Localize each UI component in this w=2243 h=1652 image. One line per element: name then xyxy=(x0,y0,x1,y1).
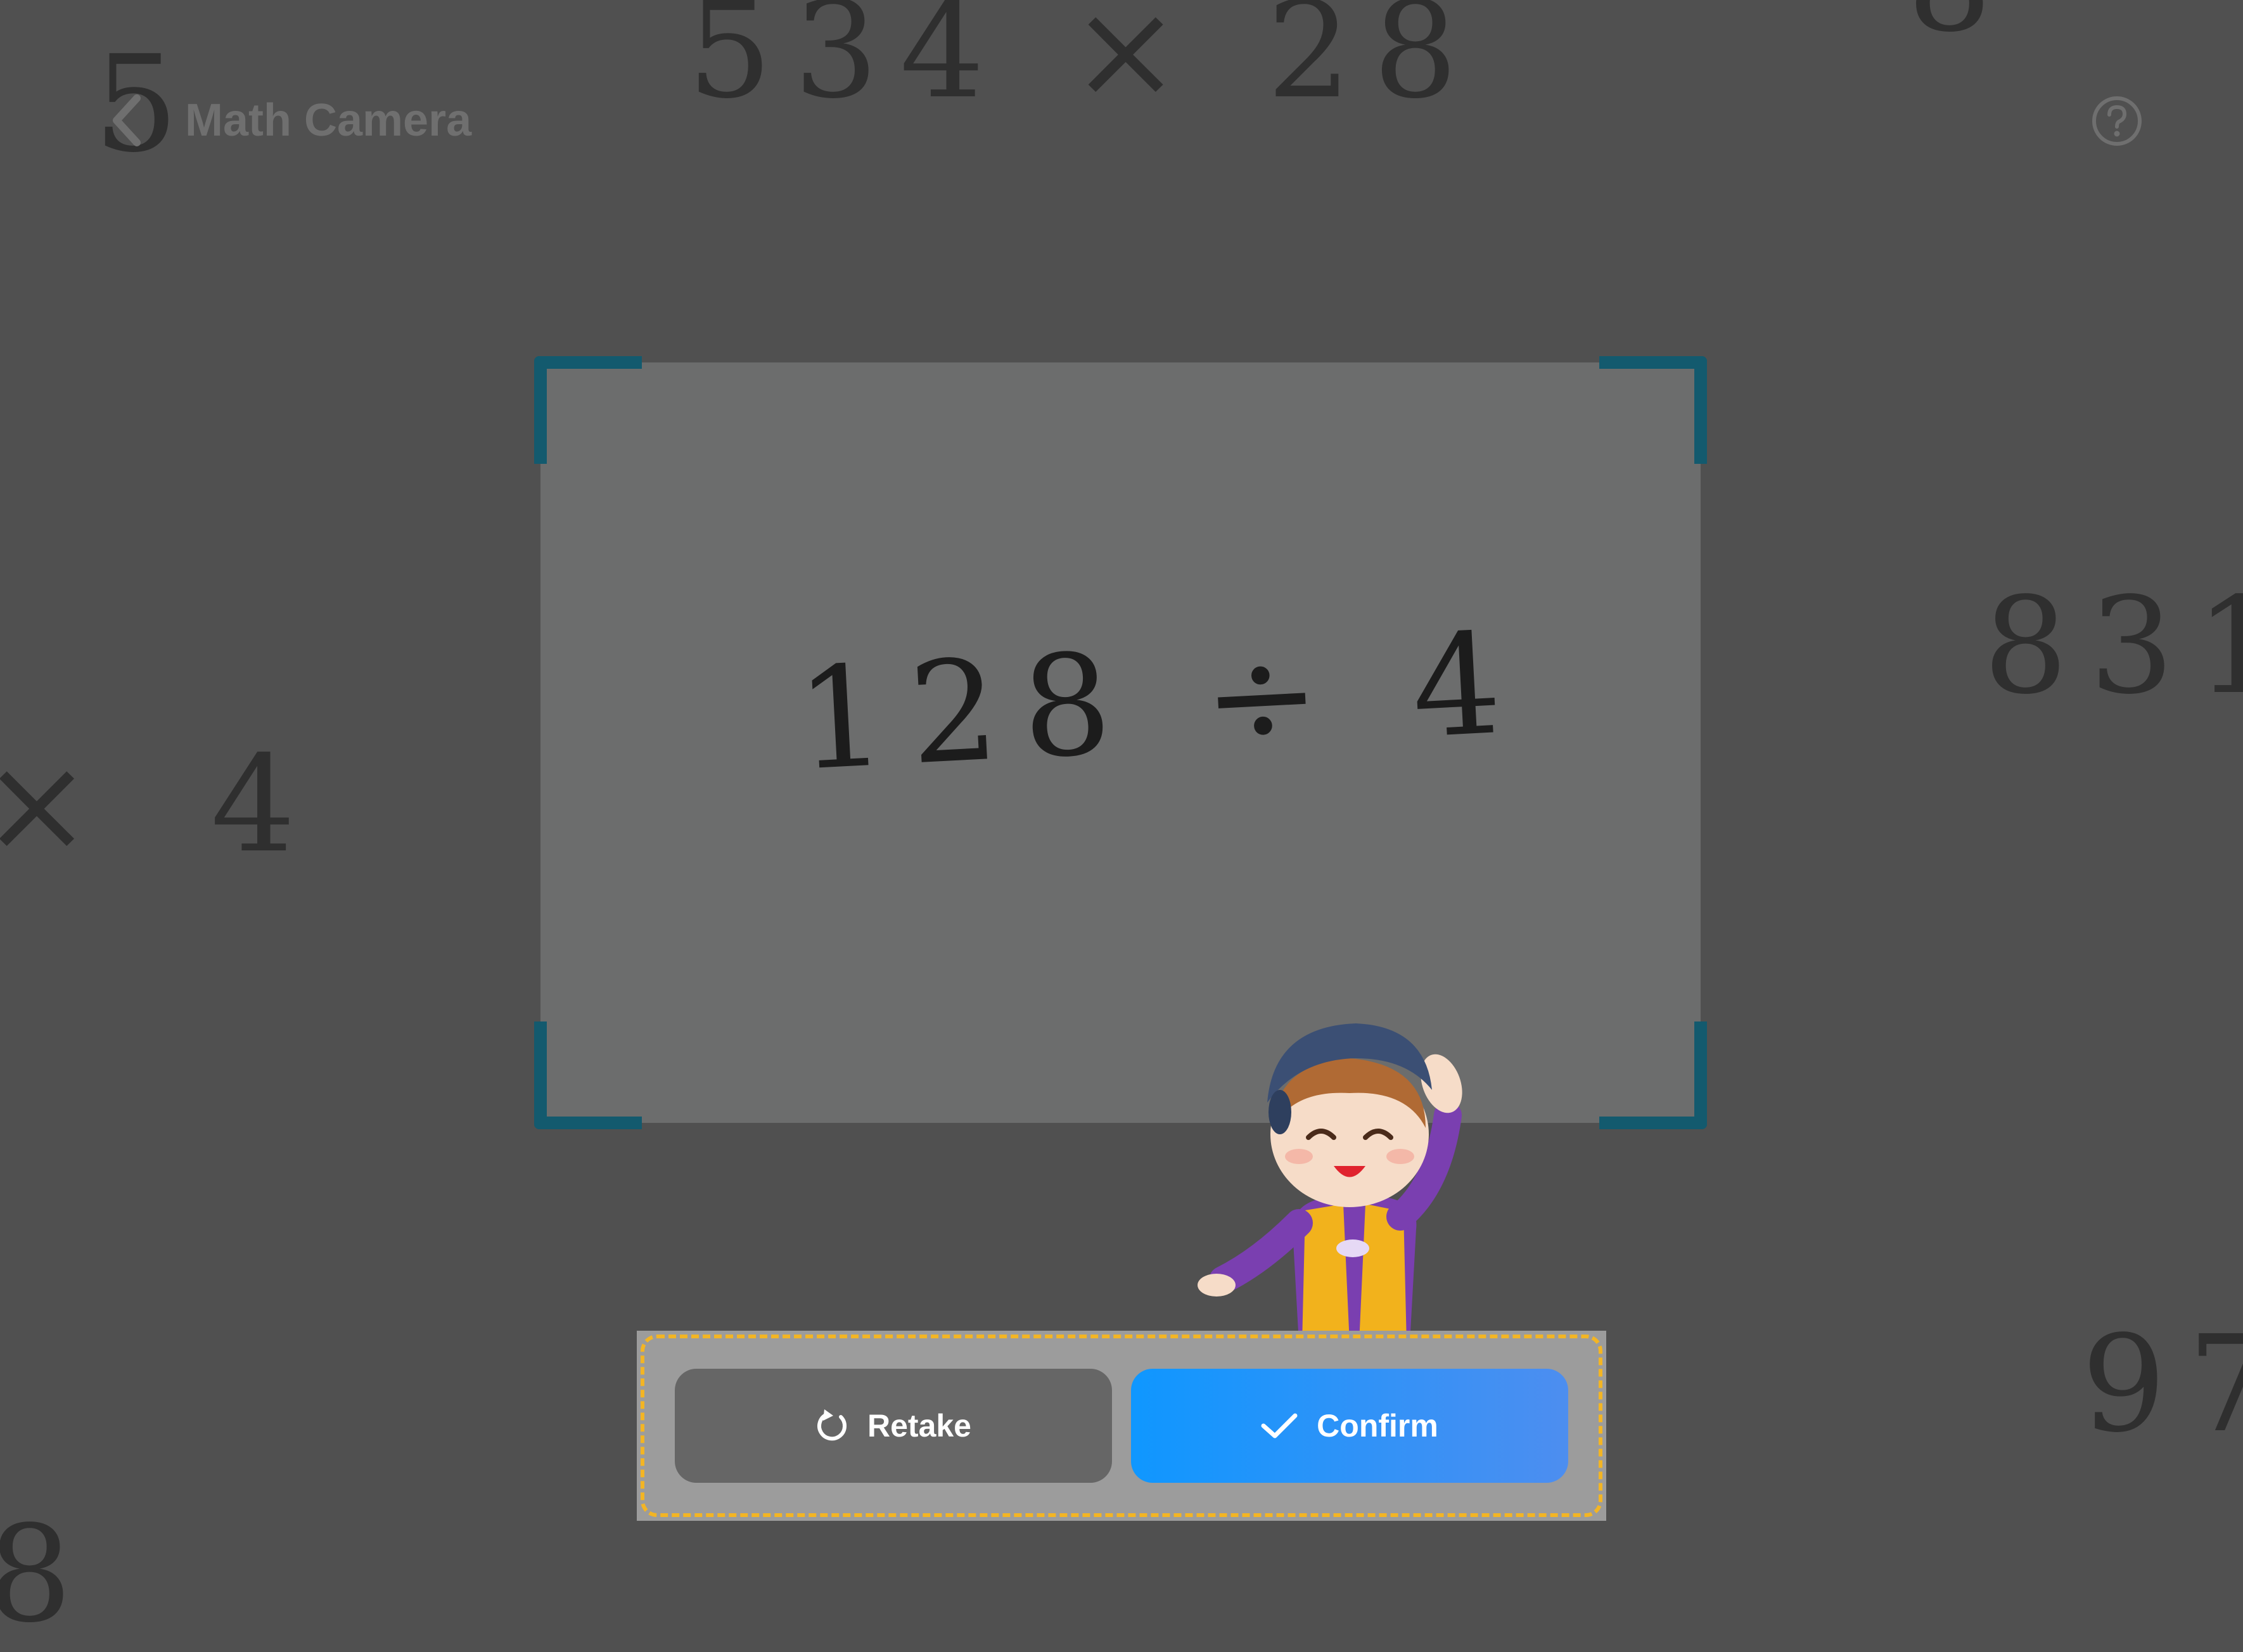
chevron-left-icon xyxy=(113,94,141,146)
crop-corner-handle[interactable] xyxy=(534,1021,642,1129)
scan-frame[interactable]: 128 ÷ 4 xyxy=(534,356,1707,1129)
crop-corner-handle[interactable] xyxy=(534,356,642,464)
top-bar: Math Camera xyxy=(0,0,2243,146)
scanned-expression: 128 ÷ 4 xyxy=(793,601,1530,802)
refresh-icon xyxy=(817,1409,847,1441)
confirm-label: Confirm xyxy=(1317,1408,1438,1444)
checkmark-icon xyxy=(1261,1413,1298,1438)
help-button[interactable] xyxy=(2091,95,2143,147)
background-math-text: × 4 xyxy=(0,727,334,882)
background-math-text: 831 xyxy=(1983,568,2243,724)
confirm-button[interactable]: Confirm xyxy=(1131,1369,1568,1483)
background-math-text: 97 xyxy=(2081,1307,2243,1462)
retake-button[interactable]: Retake xyxy=(675,1369,1112,1483)
action-panel: Retake Confirm xyxy=(637,1331,1606,1521)
page-title: Math Camera xyxy=(185,95,472,146)
background-math-text: 8 xyxy=(0,1497,110,1652)
crop-corner-handle[interactable] xyxy=(1599,356,1707,464)
mascot-character xyxy=(1198,1023,1462,1343)
retake-label: Retake xyxy=(867,1408,971,1444)
question-circle-icon xyxy=(2092,96,2142,146)
back-button[interactable] xyxy=(101,86,152,155)
crop-corner-handle[interactable] xyxy=(1599,1021,1707,1129)
